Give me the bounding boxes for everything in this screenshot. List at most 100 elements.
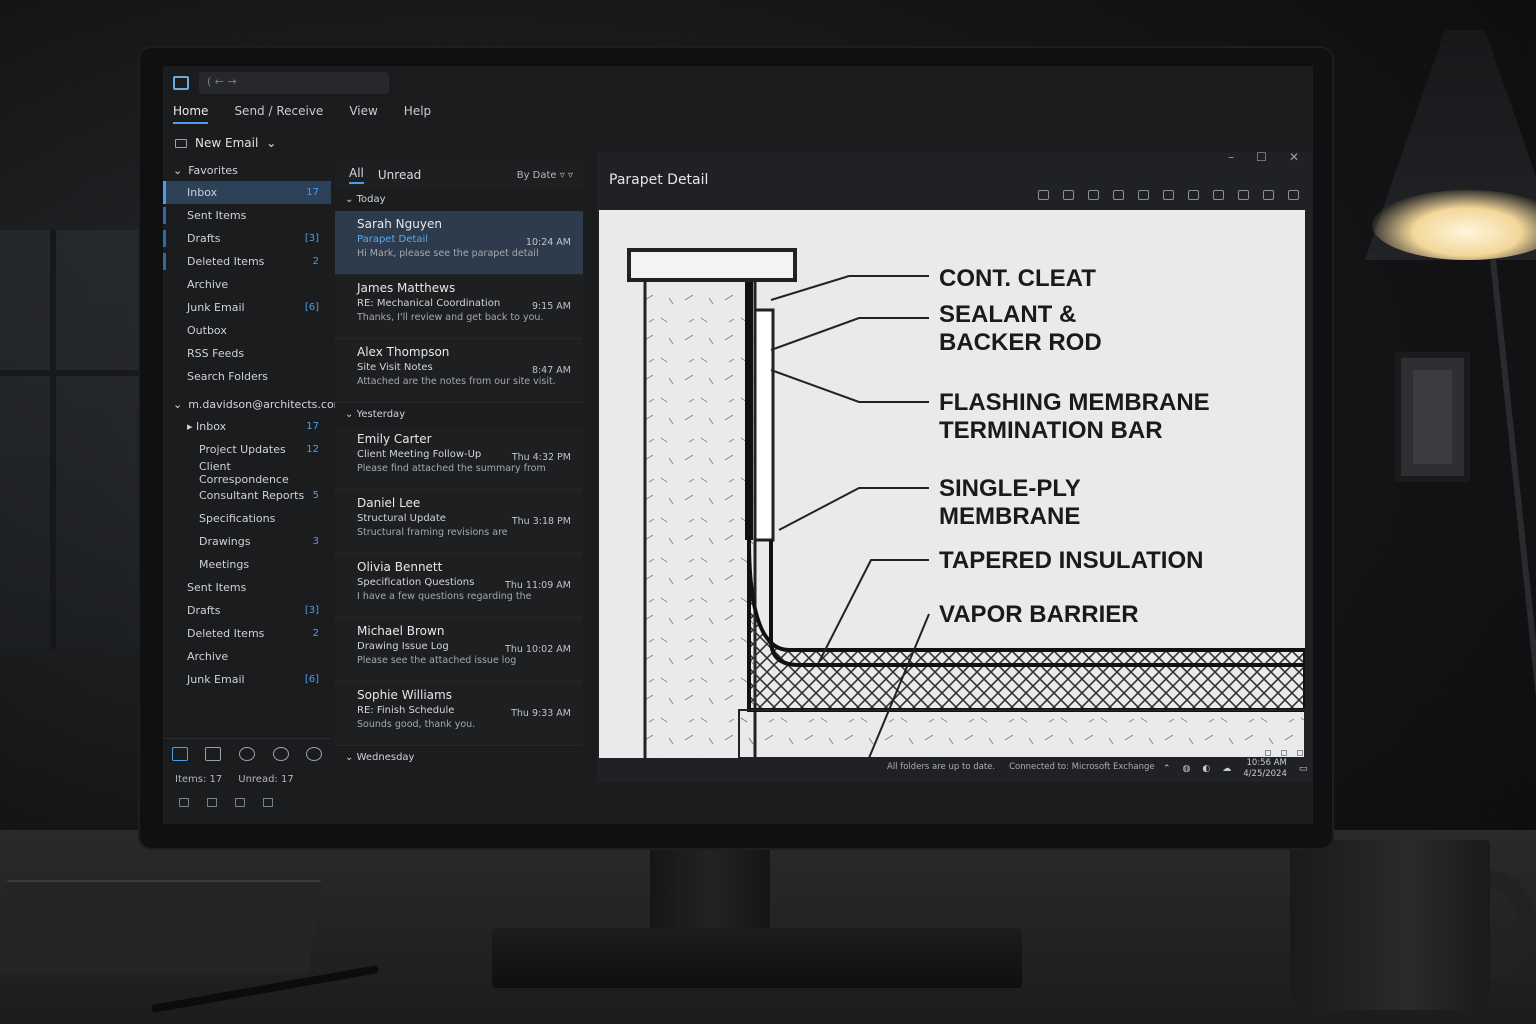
- rotate-icon[interactable]: [1088, 190, 1099, 200]
- group-header-yesterday[interactable]: ⌄ Yesterday: [335, 403, 583, 426]
- message-list-header: All Unread By Date ▿ ▿: [335, 160, 583, 188]
- reader-status-icons: [1265, 750, 1303, 756]
- folder-archive[interactable]: Archive: [163, 273, 331, 296]
- chevron-down-icon: ⌄: [345, 194, 357, 205]
- folder-meetings[interactable]: Meetings: [163, 553, 331, 576]
- folder-junk-email[interactable]: Junk Email [6]: [163, 296, 331, 319]
- unread-count: [3]: [304, 233, 319, 244]
- message-sender: Sarah Nguyen: [357, 217, 442, 231]
- folder-search-folders[interactable]: Search Folders: [163, 365, 331, 388]
- print-icon[interactable]: [1188, 190, 1199, 200]
- message-item[interactable]: Emily Carter Client Meeting Follow-Up Pl…: [335, 426, 583, 490]
- taskbar-clock[interactable]: 10:56 AM 4/25/2024: [1243, 758, 1287, 780]
- volume-icon[interactable]: ◐: [1202, 764, 1210, 774]
- folder-specifications[interactable]: Specifications: [163, 507, 331, 530]
- filter-all[interactable]: All: [349, 166, 364, 184]
- window-controls: – ☐ ✕: [1228, 150, 1299, 164]
- layout-icon[interactable]: [1281, 750, 1287, 756]
- message-item[interactable]: Michael Brown Drawing Issue Log Please s…: [335, 618, 583, 682]
- message-item[interactable]: James Matthews RE: Mechanical Coordinati…: [335, 275, 583, 339]
- favorites-header[interactable]: ⌄ Favorites: [163, 160, 331, 181]
- account-folder-junk-email[interactable]: Junk Email [6]: [163, 668, 331, 691]
- mail-icon[interactable]: [171, 746, 188, 761]
- group-header-today[interactable]: ⌄ Today: [335, 188, 583, 211]
- pin-icon[interactable]: [1263, 190, 1274, 200]
- folder-drafts[interactable]: Drafts [3]: [163, 227, 331, 250]
- view-reading-icon[interactable]: [207, 798, 217, 807]
- save-icon[interactable]: [1213, 190, 1224, 200]
- inbox-label: Inbox: [196, 420, 227, 433]
- zoom-out-icon[interactable]: [1113, 190, 1124, 200]
- folder-drawings[interactable]: Drawings 3: [163, 530, 331, 553]
- onedrive-icon[interactable]: ☁: [1222, 764, 1231, 774]
- chevron-up-icon[interactable]: ⌃: [1163, 764, 1171, 774]
- folder-label: Junk Email: [187, 301, 245, 314]
- chevron-down-icon: ⌄: [345, 409, 357, 420]
- minimize-icon[interactable]: –: [1228, 150, 1234, 164]
- filter-unread[interactable]: Unread: [378, 168, 421, 182]
- calendar-icon[interactable]: [205, 746, 222, 761]
- filter-icon[interactable]: ▿: [568, 170, 573, 181]
- notes-icon[interactable]: [263, 798, 273, 807]
- folder-project-updates[interactable]: Project Updates 12: [163, 438, 331, 461]
- folder-inbox[interactable]: Inbox 17: [163, 181, 331, 204]
- folder-consultant-reports[interactable]: Consultant Reports 5: [163, 484, 331, 507]
- unread-count: 17: [306, 187, 319, 198]
- more-apps-icon[interactable]: [306, 746, 323, 761]
- message-item[interactable]: Sophie Williams RE: Finish Schedule Soun…: [335, 682, 583, 746]
- quick-access-toolbar[interactable]: ( ← →: [199, 72, 389, 94]
- favorites-label: Favorites: [188, 164, 238, 177]
- new-email-button[interactable]: New Email ⌄: [175, 136, 276, 150]
- notifications-icon[interactable]: ▭: [1299, 764, 1308, 774]
- account-folder-deleted-items[interactable]: Deleted Items 2: [163, 622, 331, 645]
- folder-label: Sent Items: [187, 581, 247, 594]
- folder-deleted-items[interactable]: Deleted Items 2: [163, 250, 331, 273]
- settings-icon[interactable]: [1063, 190, 1074, 200]
- sort-by-date[interactable]: By Date ▿ ▿: [517, 170, 573, 181]
- account-folder-inbox[interactable]: ▸ Inbox 17: [163, 415, 331, 438]
- message-item[interactable]: Alex Thompson Site Visit Notes Attached …: [335, 339, 583, 403]
- tab-send-receive[interactable]: Send / Receive: [234, 104, 323, 124]
- folder-client-correspondence[interactable]: Client Correspondence: [163, 460, 331, 486]
- fit-page-icon[interactable]: [1163, 190, 1174, 200]
- zoom-in-icon[interactable]: [1138, 190, 1149, 200]
- tab-home[interactable]: Home: [173, 104, 209, 124]
- account-folder-sent-items[interactable]: Sent Items: [163, 576, 331, 599]
- tab-help[interactable]: Help: [404, 104, 431, 124]
- message-item[interactable]: Olivia Bennett Specification Questions I…: [335, 554, 583, 618]
- leader-flashing: [770, 369, 929, 403]
- message-time: 8:47 AM: [531, 365, 571, 376]
- view-normal-icon[interactable]: [179, 798, 189, 807]
- chevron-down-icon[interactable]: ⌄: [266, 136, 276, 150]
- label-membrane: MEMBRANE: [939, 503, 1080, 530]
- unread-count: [6]: [304, 302, 319, 313]
- group-header-wednesday[interactable]: ⌄ Wednesday: [335, 746, 583, 769]
- chevron-right-icon: ▸: [187, 420, 197, 433]
- share-icon[interactable]: [1238, 190, 1249, 200]
- account-header[interactable]: ⌄ m.davidson@architects.com: [163, 388, 344, 415]
- brightness-icon[interactable]: [1038, 190, 1049, 200]
- leader-single-ply: [778, 487, 929, 531]
- tab-view[interactable]: View: [349, 104, 377, 124]
- account-folder-archive[interactable]: Archive: [163, 645, 331, 668]
- groups-icon[interactable]: [272, 746, 289, 761]
- network-icon[interactable]: ◍: [1183, 764, 1191, 774]
- folder-outbox[interactable]: Outbox: [163, 319, 331, 342]
- folder-rss-feeds[interactable]: RSS Feeds: [163, 342, 331, 365]
- folder-label: Sent Items: [187, 209, 247, 222]
- chevron-down-icon: ⌄: [173, 398, 183, 411]
- more-options-icon[interactable]: [1288, 190, 1299, 200]
- zoom-icon[interactable]: [235, 798, 245, 807]
- message-item[interactable]: Sarah Nguyen Parapet Detail Hi Mark, ple…: [335, 211, 583, 275]
- zoom-slider-icon[interactable]: [1297, 750, 1303, 756]
- maximize-icon[interactable]: ☐: [1256, 150, 1267, 164]
- people-icon[interactable]: [238, 746, 255, 761]
- system-tray: ⌃ ◍ ◐ ☁ 10:56 AM 4/25/2024 ▭: [1163, 758, 1307, 780]
- parapet-wall: [643, 268, 757, 758]
- folder-label: Deleted Items: [187, 627, 265, 640]
- account-folder-drafts[interactable]: Drafts [3]: [163, 599, 331, 622]
- message-item[interactable]: Daniel Lee Structural Update Structural …: [335, 490, 583, 554]
- close-icon[interactable]: ✕: [1289, 150, 1299, 164]
- folder-sent-items[interactable]: Sent Items: [163, 204, 331, 227]
- view-icon[interactable]: [1265, 750, 1271, 756]
